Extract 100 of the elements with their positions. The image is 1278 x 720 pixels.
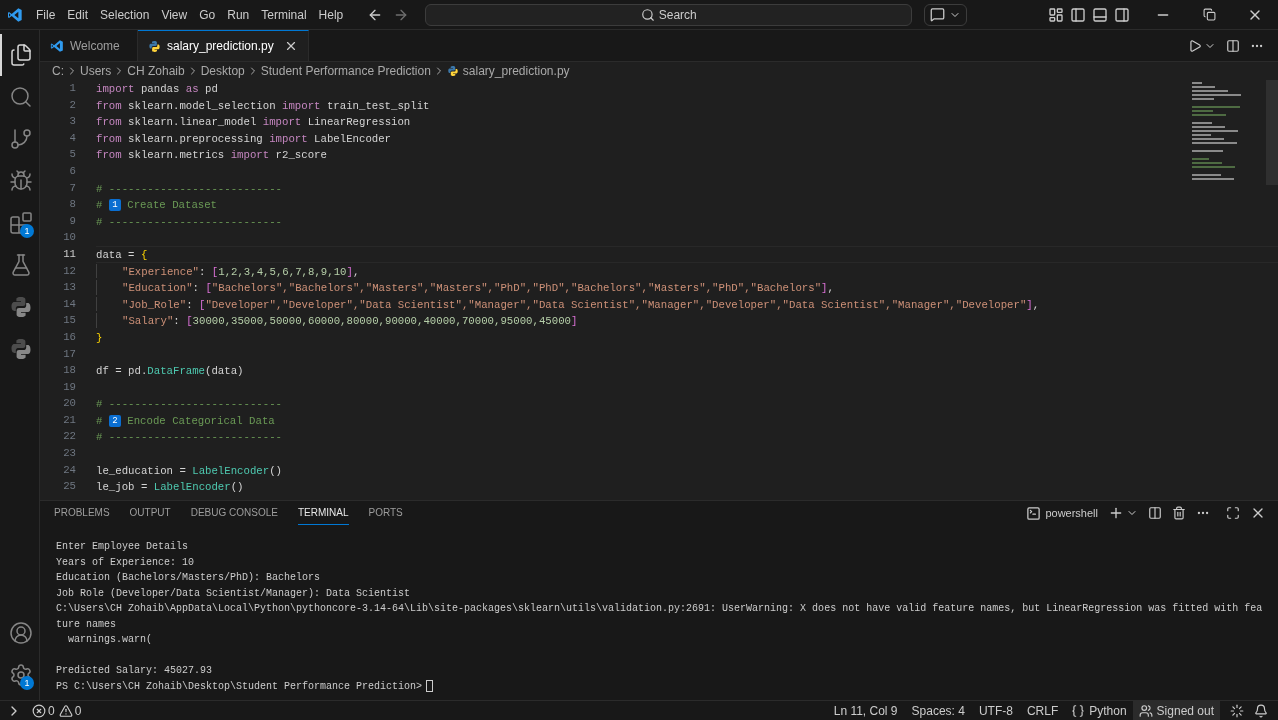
line-number: 3 [68, 114, 76, 130]
terminal-line: Years of Experience: 10 [56, 555, 195, 570]
code-line: # --------------------------- [96, 181, 282, 196]
status-item[interactable]: UTF-8 [971, 701, 1020, 720]
status-item[interactable]: Python [1089, 701, 1127, 720]
line-number: 17 [62, 346, 76, 362]
menu-item[interactable]: View [155, 5, 194, 24]
search-icon [640, 7, 655, 22]
terminal-cursor [426, 680, 434, 693]
menu-item[interactable]: Edit [61, 5, 95, 24]
error-icon [32, 703, 46, 718]
menu-item[interactable]: Selection [94, 5, 156, 24]
plus-icon[interactable] [1108, 505, 1124, 521]
terminal-line: PS C:\Users\CH Zohaib\Desktop\Student Performance Prediction> [56, 679, 423, 694]
breadcrumb-item[interactable]: C: [52, 62, 64, 80]
warning-icon [58, 703, 73, 718]
line-number: 9 [68, 213, 76, 229]
status-item[interactable]: Spaces: 4 [904, 701, 972, 720]
signed-out-button[interactable]: Signed out [1132, 701, 1220, 720]
code-line: } [96, 330, 103, 345]
split-editor-icon[interactable] [1226, 38, 1240, 53]
split-terminal-icon[interactable] [1148, 506, 1162, 520]
status-item[interactable]: Ln 11, Col 9 [826, 701, 905, 720]
panel-tab[interactable]: OUTPUT [129, 501, 171, 525]
extensions-icon[interactable] [9, 211, 33, 235]
line-number: 18 [62, 363, 76, 379]
notification-badge: 1 [20, 676, 34, 690]
code-line: from sklearn.model_selection import train_test_split [96, 98, 430, 113]
settings-icon[interactable] [9, 663, 33, 687]
panel-right-icon[interactable] [1114, 6, 1130, 23]
panel-tab[interactable]: TERMINAL [297, 501, 349, 525]
python-icon [9, 337, 33, 361]
terminal-line: ture names [56, 617, 116, 632]
line-number: 5 [68, 147, 76, 163]
code-line: # --------------------------- [96, 430, 282, 445]
layout-icon[interactable] [1048, 6, 1064, 23]
error-count[interactable]: 0 [48, 701, 55, 720]
bug-icon[interactable] [9, 169, 33, 193]
line-number: 19 [62, 379, 76, 395]
line-number: 4 [68, 130, 76, 146]
restore-icon[interactable] [1202, 8, 1216, 21]
code-line: "Salary": [30000,35000,50000,60000,80000,90000,40000,70000,95000,45000] [122, 314, 578, 328]
breadcrumb-item[interactable]: salary_prediction.py [462, 62, 570, 80]
panel-tab[interactable]: PORTS [368, 501, 403, 525]
line-number: 21 [62, 412, 76, 428]
line-number: 23 [62, 446, 76, 462]
flask-icon[interactable] [9, 253, 33, 277]
editor-tab[interactable]: salary_prediction.py [138, 30, 309, 61]
notification-badge: 1 [20, 224, 34, 238]
code-line: # 2 Encode Categorical Data [96, 413, 275, 428]
line-number: 24 [62, 462, 76, 478]
terminal-line: Education (Bachelors/Masters/PhD): Bachelors [56, 571, 321, 586]
code-line: data = { [96, 247, 148, 262]
line-number: 12 [62, 263, 76, 279]
branch-icon[interactable] [9, 127, 33, 151]
vscode-logo-icon [7, 6, 23, 23]
status-item[interactable]: CRLF [1019, 701, 1066, 720]
code-line: import pandas as pd [96, 82, 218, 96]
search-field[interactable]: Search [425, 3, 913, 26]
account-icon[interactable] [9, 621, 33, 645]
chat-icon [930, 7, 946, 22]
bell-icon[interactable] [1254, 703, 1268, 718]
line-number: 22 [62, 429, 76, 445]
search-icon[interactable] [9, 85, 33, 109]
line-number: 2 [68, 97, 76, 113]
terminal-line: Enter Employee Details [56, 540, 189, 555]
menu-item[interactable]: Terminal [255, 5, 313, 24]
panel-tab[interactable]: PROBLEMS [54, 501, 110, 525]
menu-item[interactable]: Run [221, 5, 256, 24]
terminal-line: Job Role (Developer/Data Scientist/Manager): Data Scientist [56, 586, 411, 601]
breadcrumb-item[interactable]: Users [80, 62, 112, 80]
menu-item[interactable]: File [30, 5, 62, 24]
trash-icon[interactable] [1172, 506, 1186, 520]
breadcrumb-item[interactable]: Desktop [200, 62, 245, 80]
line-number: 14 [62, 296, 76, 312]
python-icon [148, 39, 161, 53]
breadcrumb-item[interactable]: CH Zohaib [127, 62, 185, 80]
chat-button[interactable] [924, 3, 968, 26]
warning-count[interactable]: 0 [74, 701, 82, 720]
panel-left-icon[interactable] [1070, 6, 1086, 23]
spinner-icon [1230, 703, 1244, 718]
files-icon[interactable] [9, 43, 33, 67]
breadcrumb-item[interactable]: Student Performance Prediction [260, 62, 431, 80]
terminal-icon [1026, 505, 1042, 521]
code-line: le_job = LabelEncoder() [96, 480, 244, 494]
run-icon[interactable] [1188, 38, 1202, 53]
code-line: # --------------------------- [96, 214, 282, 229]
python-icon [446, 65, 459, 77]
terminal-name[interactable]: powershell [1045, 504, 1098, 522]
menu-item[interactable]: Go [193, 5, 222, 24]
maximize-icon[interactable] [1226, 506, 1240, 520]
vscode-logo-icon [50, 38, 64, 53]
terminal-line: Predicted Salary: 45027.93 [56, 664, 213, 679]
menu-item[interactable]: Help [312, 5, 350, 24]
panel-bottom-icon[interactable] [1092, 6, 1108, 23]
line-number: 7 [68, 180, 76, 196]
panel-tab[interactable]: DEBUG CONSOLE [190, 501, 278, 525]
line-number: 6 [68, 163, 76, 179]
code-line: le_education = LabelEncoder() [96, 463, 282, 478]
code-line: from sklearn.metrics import r2_score [96, 148, 327, 162]
